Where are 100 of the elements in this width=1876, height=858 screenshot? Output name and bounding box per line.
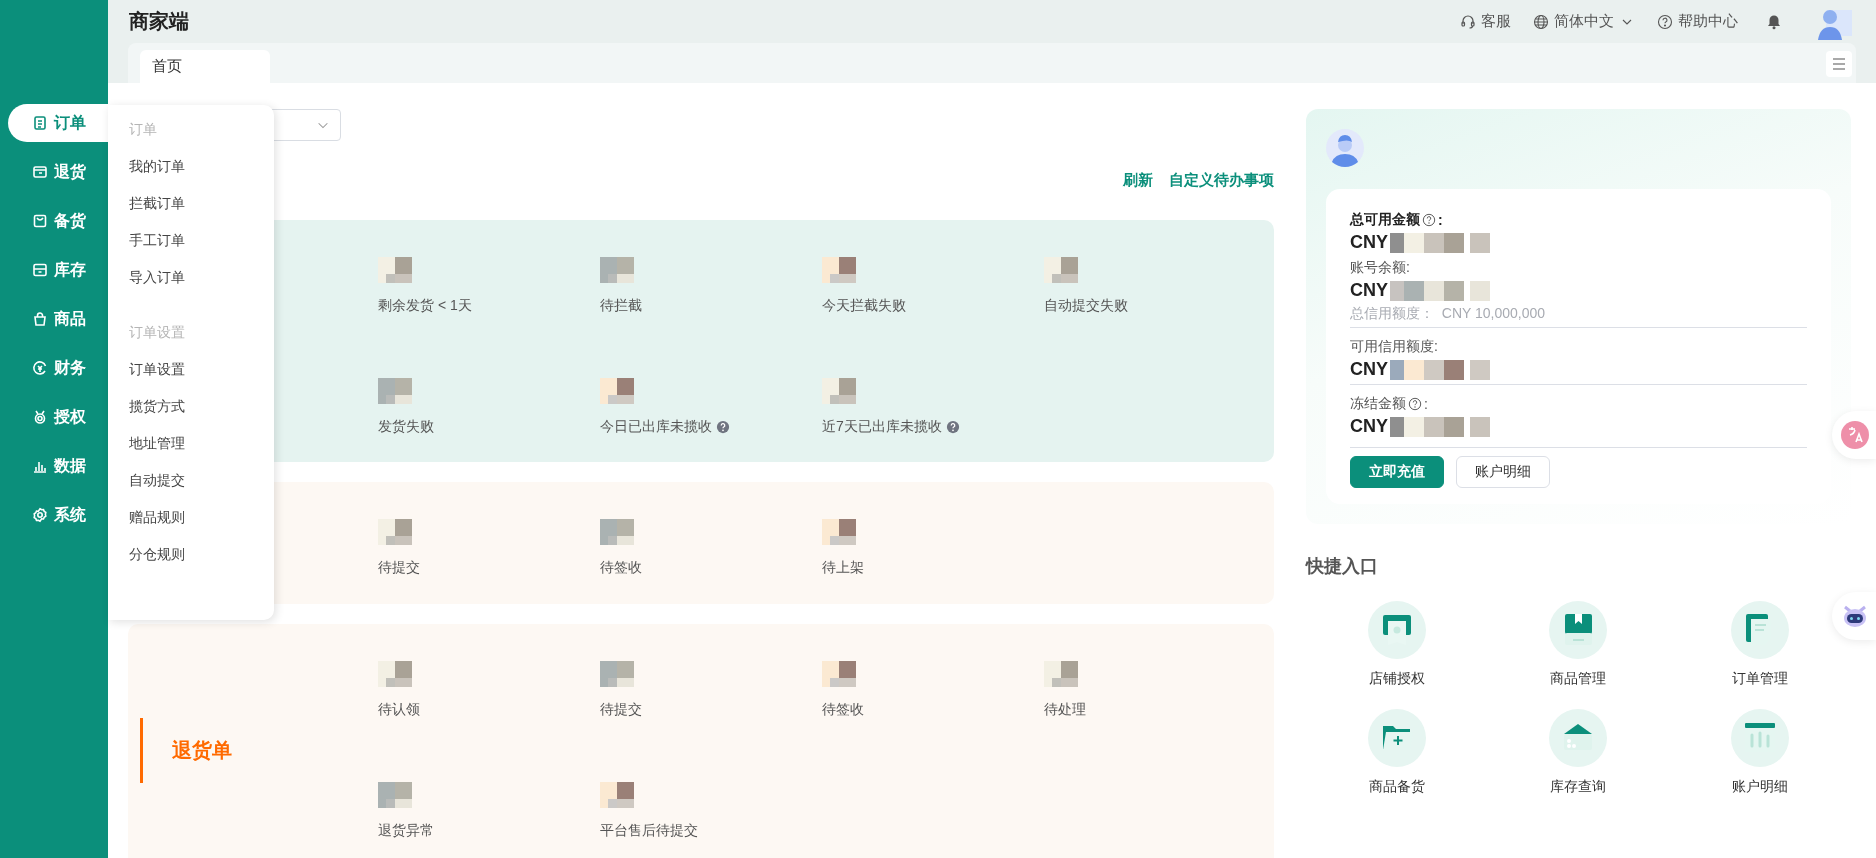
pixelated-number — [822, 661, 856, 687]
field-label: 总可用金额 : — [1350, 211, 1444, 229]
sidebar-item[interactable]: 订单 — [8, 104, 108, 142]
pixelated-number — [378, 782, 412, 808]
pixelated-number — [1044, 661, 1078, 687]
menu-group-title: 订单设置 — [129, 322, 185, 342]
pixelated-number — [378, 661, 412, 687]
header-link[interactable]: 简体中文 — [1533, 12, 1635, 31]
currency-code: CNY — [1350, 232, 1388, 253]
text-link[interactable]: 刷新 — [1123, 171, 1153, 190]
menu-item[interactable]: 地址管理 — [129, 425, 249, 462]
help-icon[interactable] — [1422, 213, 1436, 227]
house-box-icon[interactable] — [1548, 708, 1609, 768]
medal-icon — [32, 409, 48, 425]
tab[interactable]: 首页 — [140, 50, 270, 83]
help-icon[interactable] — [716, 420, 730, 434]
todo-label[interactable]: 发货失败 — [378, 418, 434, 436]
field-label: 账号余额: — [1350, 259, 1411, 277]
sidebar-item[interactable]: 数据 — [8, 447, 108, 485]
assistant-button[interactable] — [1832, 592, 1876, 640]
todo-label[interactable]: 待提交 — [600, 701, 642, 719]
menu-button[interactable] — [1826, 51, 1852, 77]
menu-item[interactable]: 导入订单 — [129, 259, 249, 296]
menu-item[interactable]: 订单设置 — [129, 351, 249, 388]
bag-icon — [32, 213, 48, 229]
pixelated-number — [378, 378, 412, 404]
todo-label[interactable]: 退货异常 — [378, 822, 434, 840]
pixelated-number — [822, 378, 856, 404]
menu-item[interactable]: 分仓规则 — [129, 536, 249, 573]
todo-label[interactable]: 待签收 — [600, 559, 642, 577]
sidebar-item[interactable]: 退货 — [8, 153, 108, 191]
header-link[interactable]: 客服 — [1460, 12, 1511, 31]
pixelated-number — [822, 519, 856, 545]
menu-item[interactable]: 手工订单 — [129, 222, 249, 259]
todo-label[interactable]: 平台售后待提交 — [600, 822, 698, 840]
details-button[interactable]: 账户明细 — [1456, 456, 1550, 488]
header-link[interactable]: 帮助中心 — [1657, 12, 1738, 31]
pixelated-number — [1044, 257, 1078, 283]
sidebar-item[interactable]: 备货 — [8, 202, 108, 240]
todo-label[interactable]: 待处理 — [1044, 701, 1086, 719]
bell-icon[interactable] — [1766, 13, 1782, 30]
recharge-button[interactable]: 立即充值 — [1350, 456, 1444, 488]
globe-icon — [1533, 13, 1549, 30]
todo-label[interactable]: 自动提交失败 — [1044, 297, 1128, 315]
menu-icon — [1831, 56, 1847, 72]
document-icon[interactable] — [1730, 600, 1791, 660]
cabinet-icon — [32, 262, 48, 278]
pixelated-number — [378, 257, 412, 283]
currency-code: CNY — [1350, 416, 1388, 437]
credit-limit: 总信用额度： CNY 10,000,000 — [1350, 305, 1547, 323]
todo-label[interactable]: 待认领 — [378, 701, 420, 719]
menu-group-title: 订单 — [129, 119, 157, 139]
headset-icon — [1460, 13, 1476, 30]
shortcut-label[interactable]: 商品备货 — [1368, 778, 1425, 796]
pixelated-number — [600, 782, 634, 808]
todo-label[interactable]: 剩余发货 < 1天 — [378, 297, 472, 315]
sidebar-item[interactable]: 授权 — [8, 398, 108, 436]
shortcut-label[interactable]: 店铺授权 — [1368, 670, 1425, 688]
pixelated-number — [600, 378, 634, 404]
menu-item[interactable]: 我的订单 — [129, 148, 249, 185]
settings-icon — [32, 507, 48, 523]
todo-label[interactable]: 今天拦截失败 — [822, 297, 906, 315]
menu-item[interactable]: 揽货方式 — [129, 388, 249, 425]
text-link[interactable]: 自定义待办事项 — [1169, 171, 1274, 190]
todo-label[interactable]: 近7天已出库未揽收 — [822, 418, 960, 436]
coin-icon — [32, 360, 48, 376]
book-box-icon[interactable] — [1548, 600, 1609, 660]
pixelated-number — [600, 257, 634, 283]
shortcut-label[interactable]: 库存查询 — [1550, 778, 1607, 796]
shortcut-label[interactable]: 账户明细 — [1732, 778, 1789, 796]
menu-item[interactable]: 自动提交 — [129, 462, 249, 499]
field-label: 可用信用额度: — [1350, 338, 1439, 356]
app-title: 商家端 — [129, 9, 190, 34]
pixelated-number — [600, 519, 634, 545]
sidebar-item[interactable]: 系统 — [8, 496, 108, 534]
folder-plus-icon[interactable] — [1366, 708, 1427, 768]
menu-item[interactable]: 拦截订单 — [129, 185, 249, 222]
menu-item[interactable]: 赠品规则 — [129, 499, 249, 536]
todo-label[interactable]: 待拦截 — [600, 297, 642, 315]
shortcut-label[interactable]: 商品管理 — [1550, 670, 1607, 688]
pixelated-number — [822, 257, 856, 283]
section-title: 快捷入口 — [1306, 555, 1379, 578]
todo-label[interactable]: 待提交 — [378, 559, 420, 577]
sidebar-item[interactable]: 商品 — [8, 300, 108, 338]
sidebar-item[interactable]: 财务 — [8, 349, 108, 387]
bar-chart-icon[interactable] — [1730, 708, 1791, 768]
clipboard-icon — [32, 115, 48, 131]
help-icon[interactable] — [945, 420, 960, 434]
help-icon — [1657, 13, 1673, 30]
todo-label[interactable]: 待上架 — [822, 559, 864, 577]
sidebar-item[interactable]: 库存 — [8, 251, 108, 289]
currency-code: CNY — [1350, 280, 1388, 301]
shortcut-label[interactable]: 订单管理 — [1732, 670, 1789, 688]
avatar — [1326, 129, 1364, 167]
todo-label[interactable]: 待签收 — [822, 701, 864, 719]
shopping-bag-icon — [32, 311, 48, 327]
box-icon — [32, 164, 48, 180]
todo-label[interactable]: 今日已出库未揽收 — [600, 418, 730, 436]
help-icon[interactable] — [1408, 397, 1422, 411]
translate-icon — [1840, 420, 1870, 450]
